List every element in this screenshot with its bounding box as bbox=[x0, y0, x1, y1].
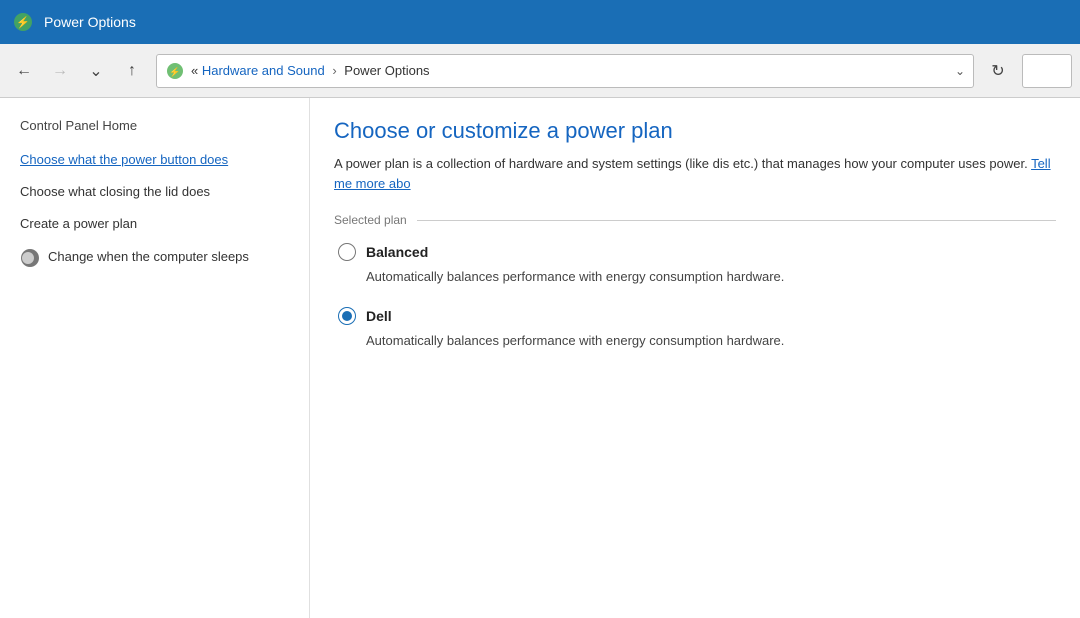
address-prefix: « bbox=[191, 63, 202, 78]
main-area: Control Panel Home Choose what the power… bbox=[0, 98, 1080, 618]
address-bar-row: ← → ⌄ ↑ ⚡ « Hardware and Sound › Power O… bbox=[0, 44, 1080, 98]
plan-dell-desc: Automatically balances performance with … bbox=[338, 331, 1056, 351]
plan-dell-name: Dell bbox=[366, 308, 392, 324]
plan-dell-header: Dell bbox=[338, 307, 1056, 325]
plan-balanced[interactable]: Balanced Automatically balances performa… bbox=[334, 243, 1056, 287]
app-icon: ⚡ bbox=[12, 11, 34, 33]
address-dropdown-icon[interactable]: ⌄ bbox=[955, 64, 965, 78]
plan-balanced-header: Balanced bbox=[338, 243, 1056, 261]
back-button[interactable]: ← bbox=[8, 55, 40, 87]
title-bar: ⚡ Power Options bbox=[0, 0, 1080, 44]
forward-button[interactable]: → bbox=[44, 55, 76, 87]
svg-text:⚡: ⚡ bbox=[16, 16, 30, 29]
selected-plan-text: Selected plan bbox=[334, 213, 407, 227]
plan-balanced-radio[interactable] bbox=[338, 243, 356, 261]
sleep-icon bbox=[20, 248, 40, 268]
svg-text:⚡: ⚡ bbox=[169, 66, 180, 78]
sidebar-item-sleep: Change when the computer sleeps bbox=[20, 248, 289, 268]
content-title: Choose or customize a power plan bbox=[334, 118, 1056, 144]
plan-dell-radio[interactable] bbox=[338, 307, 356, 325]
address-parent[interactable]: Hardware and Sound bbox=[202, 63, 325, 78]
window-title: Power Options bbox=[44, 14, 136, 30]
refresh-button[interactable]: ↻ bbox=[982, 55, 1014, 87]
up-button[interactable]: ↑ bbox=[116, 55, 148, 87]
address-box[interactable]: ⚡ « Hardware and Sound › Power Options ⌄ bbox=[156, 54, 974, 88]
plan-dell[interactable]: Dell Automatically balances performance … bbox=[334, 307, 1056, 351]
sidebar: Control Panel Home Choose what the power… bbox=[0, 98, 310, 618]
recent-locations-button[interactable]: ⌄ bbox=[80, 55, 112, 87]
content-desc-text: A power plan is a collection of hardware… bbox=[334, 156, 1028, 171]
selected-plan-label: Selected plan bbox=[334, 213, 1056, 227]
plan-balanced-name: Balanced bbox=[366, 244, 428, 260]
sidebar-item-lid: Choose what closing the lid does bbox=[20, 183, 289, 201]
search-box[interactable] bbox=[1022, 54, 1072, 88]
address-text: « Hardware and Sound › Power Options bbox=[191, 63, 945, 78]
sidebar-link-power-button[interactable]: Choose what the power button does bbox=[20, 151, 289, 169]
content-area: Choose or customize a power plan A power… bbox=[310, 98, 1080, 618]
address-separator: › bbox=[332, 63, 340, 78]
sidebar-title: Control Panel Home bbox=[20, 118, 289, 133]
sidebar-sleep-label: Change when the computer sleeps bbox=[48, 248, 249, 266]
plan-balanced-desc: Automatically balances performance with … bbox=[338, 267, 1056, 287]
address-icon: ⚡ bbox=[165, 61, 185, 81]
content-description: A power plan is a collection of hardware… bbox=[334, 154, 1056, 193]
plan-dell-radio-fill bbox=[342, 311, 352, 321]
address-current: Power Options bbox=[344, 63, 429, 78]
sidebar-item-create-plan: Create a power plan bbox=[20, 215, 289, 233]
